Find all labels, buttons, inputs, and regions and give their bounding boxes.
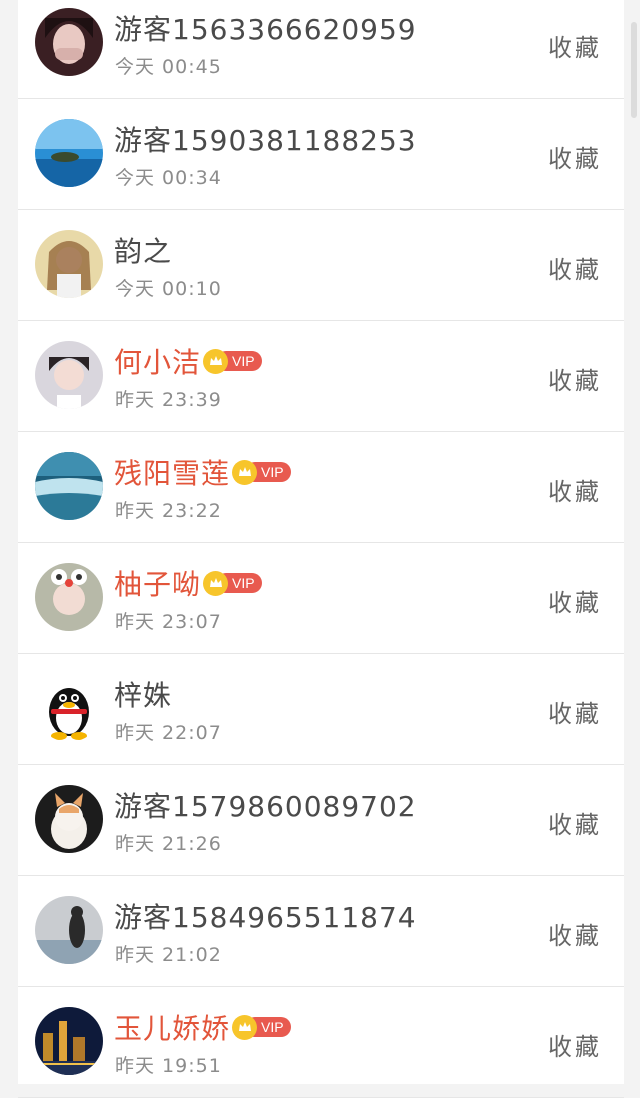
vip-badge: VIP <box>232 459 291 485</box>
crown-icon <box>232 459 258 485</box>
user-list: 游客1563366620959 今天 00:45 收藏 游客1590381188… <box>18 0 624 1098</box>
vip-badge: VIP <box>203 348 262 374</box>
avatar[interactable] <box>35 896 103 964</box>
avatar[interactable] <box>35 452 103 520</box>
user-name: 游客1590381188253 <box>114 124 417 157</box>
favorite-button[interactable]: 收藏 <box>548 139 602 174</box>
visit-time: 昨天 23:07 <box>115 611 222 633</box>
anime-girl-icon <box>35 230 103 298</box>
avatar[interactable] <box>35 341 103 409</box>
avatar[interactable] <box>35 1007 103 1075</box>
favorite-button[interactable]: 收藏 <box>548 694 602 729</box>
avatar[interactable] <box>35 785 103 853</box>
favorite-button[interactable]: 收藏 <box>548 583 602 618</box>
visit-time: 今天 00:34 <box>115 167 222 189</box>
cute-girl-icon <box>35 563 103 631</box>
city-night-icon <box>35 1007 103 1075</box>
avatar[interactable] <box>35 563 103 631</box>
visit-time: 今天 00:45 <box>115 56 222 78</box>
visit-time: 昨天 22:07 <box>115 722 222 744</box>
user-name: 柚子呦 <box>114 568 202 601</box>
avatar[interactable] <box>35 8 103 76</box>
crown-icon <box>232 1014 258 1040</box>
girl-seaside-icon <box>35 896 103 964</box>
user-name: 何小洁 <box>114 346 202 379</box>
visit-time: 昨天 23:39 <box>115 389 222 411</box>
user-name: 游客1584965511874 <box>114 901 417 934</box>
visit-time: 昨天 21:26 <box>115 833 222 855</box>
waterfall-icon <box>35 452 103 520</box>
list-item[interactable]: 游客1584965511874 昨天 21:02 收藏 <box>18 876 624 987</box>
crown-icon <box>203 570 229 596</box>
favorite-button[interactable]: 收藏 <box>548 250 602 285</box>
kitten-icon <box>35 785 103 853</box>
avatar[interactable] <box>35 119 103 187</box>
user-name: 游客1563366620959 <box>114 13 417 46</box>
avatar[interactable] <box>35 674 103 742</box>
scrollbar[interactable] <box>631 22 637 118</box>
visit-time: 今天 00:10 <box>115 278 222 300</box>
list-item[interactable]: 韵之 今天 00:10 收藏 <box>18 210 624 321</box>
list-item[interactable]: 柚子呦 VIP 昨天 23:07 收藏 <box>18 543 624 654</box>
visit-time: 昨天 21:02 <box>115 944 222 966</box>
crown-icon <box>203 348 229 374</box>
vip-badge: VIP <box>203 570 262 596</box>
user-name: 玉儿娇娇 <box>114 1012 231 1045</box>
girl-portrait-icon <box>35 8 103 76</box>
girl-selfie-icon <box>35 341 103 409</box>
user-name: 韵之 <box>114 235 173 268</box>
list-item[interactable]: 游客1563366620959 今天 00:45 收藏 <box>18 0 624 99</box>
list-item[interactable]: 残阳雪莲 VIP 昨天 23:22 收藏 <box>18 432 624 543</box>
user-name: 残阳雪莲 <box>114 457 231 490</box>
qq-penguin-icon <box>35 674 103 742</box>
favorite-button[interactable]: 收藏 <box>548 1027 602 1062</box>
favorite-button[interactable]: 收藏 <box>548 805 602 840</box>
list-item[interactable]: 玉儿娇娇 VIP 昨天 19:51 收藏 <box>18 987 624 1098</box>
ocean-island-icon <box>35 119 103 187</box>
visit-time: 昨天 19:51 <box>115 1055 222 1077</box>
favorite-button[interactable]: 收藏 <box>548 28 602 63</box>
list-item[interactable]: 何小洁 VIP 昨天 23:39 收藏 <box>18 321 624 432</box>
favorite-button[interactable]: 收藏 <box>548 361 602 396</box>
favorite-button[interactable]: 收藏 <box>548 916 602 951</box>
user-name: 游客1579860089702 <box>114 790 417 823</box>
avatar[interactable] <box>35 230 103 298</box>
list-item[interactable]: 游客1579860089702 昨天 21:26 收藏 <box>18 765 624 876</box>
list-item[interactable]: 游客1590381188253 今天 00:34 收藏 <box>18 99 624 210</box>
visit-time: 昨天 23:22 <box>115 500 222 522</box>
list-item[interactable]: 梓姝 昨天 22:07 收藏 <box>18 654 624 765</box>
user-name: 梓姝 <box>114 679 173 712</box>
vip-badge: VIP <box>232 1014 291 1040</box>
favorite-button[interactable]: 收藏 <box>548 472 602 507</box>
